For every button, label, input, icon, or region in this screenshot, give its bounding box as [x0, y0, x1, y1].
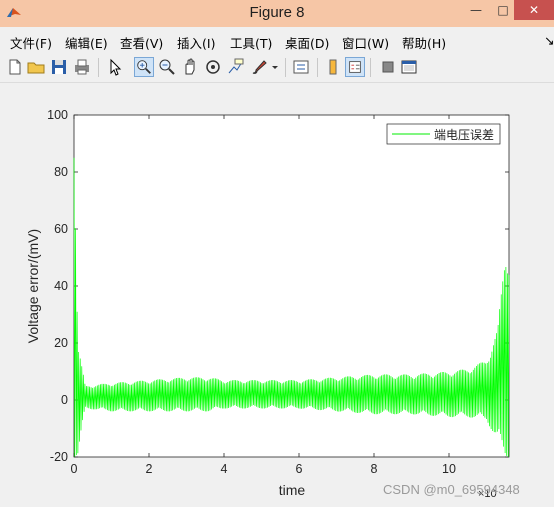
pan-icon[interactable] — [180, 57, 200, 77]
y-tick-label: 20 — [54, 336, 68, 350]
maximize-button[interactable]: □ — [489, 0, 517, 20]
print-icon[interactable] — [72, 57, 92, 77]
link-plot-icon[interactable] — [291, 57, 311, 77]
zoom-out-icon[interactable] — [157, 57, 177, 77]
x-tick-label: 2 — [146, 462, 153, 476]
axes-background — [73, 114, 510, 458]
toolbar-separator — [370, 58, 371, 77]
new-file-icon[interactable] — [5, 57, 25, 77]
toolbar-separator — [285, 58, 286, 77]
legend-entry-label: 端电压误差 — [434, 128, 494, 142]
toolbar — [0, 54, 554, 83]
menu-edit[interactable]: 编辑(E) — [65, 33, 108, 52]
brush-icon[interactable] — [249, 57, 269, 77]
y-tick-label: 0 — [61, 393, 68, 407]
save-icon[interactable] — [49, 57, 69, 77]
menu-insert[interactable]: 插入(I) — [177, 33, 215, 52]
legend[interactable]: 端电压误差 — [386, 123, 501, 145]
x-tick-label: 6 — [296, 462, 303, 476]
y-tick-label: 100 — [47, 108, 68, 122]
menu-tools[interactable]: 工具(T) — [230, 33, 272, 52]
y-tick-label: 60 — [54, 222, 68, 236]
menu-window[interactable]: 窗口(W) — [342, 33, 389, 52]
toolbar-separator — [317, 58, 318, 77]
x-tick-label: 0 — [71, 462, 78, 476]
y-axis-label: Voltage error/(mV) — [25, 229, 41, 343]
toolbar-separator — [98, 58, 99, 77]
close-button[interactable]: ✕ — [514, 0, 554, 20]
menu-help[interactable]: 帮助(H) — [402, 33, 446, 52]
minimize-button[interactable]: — — [462, 0, 490, 20]
x-tick-label: 4 — [221, 462, 228, 476]
line-chart[interactable]: -20020406080100 0 2 4 6 8 10 time ×10 Voltage… — [2, 83, 552, 503]
x-axis-label: time — [279, 482, 306, 498]
pointer-icon[interactable] — [105, 57, 125, 77]
x-tick-label: 10 — [442, 462, 456, 476]
chevron-down-icon[interactable] — [269, 57, 281, 77]
data-cursor-icon[interactable] — [226, 57, 246, 77]
hide-plot-tools-icon[interactable] — [378, 57, 398, 77]
menu-desktop[interactable]: 桌面(D) — [285, 33, 329, 52]
colorbar-icon[interactable] — [323, 57, 343, 77]
menu-view[interactable]: 查看(V) — [120, 33, 163, 52]
y-tick-label: -20 — [50, 450, 68, 464]
y-tick-label: 40 — [54, 279, 68, 293]
y-tick-label: 80 — [54, 165, 68, 179]
zoom-in-icon[interactable] — [134, 57, 154, 77]
open-folder-icon[interactable] — [26, 57, 46, 77]
show-plot-tools-icon[interactable] — [399, 57, 419, 77]
menu-file[interactable]: 文件(F) — [10, 33, 52, 52]
title-bar: Figure 8 — □ ✕ — [0, 0, 554, 27]
menu-bar: 文件(F) 编辑(E) 查看(V) 插入(I) 工具(T) 桌面(D) 窗口(W… — [0, 30, 554, 52]
watermark: CSDN @m0_69594348 — [383, 482, 520, 497]
menu-overflow-icon[interactable]: ↘ — [544, 33, 554, 48]
legend-icon[interactable] — [345, 57, 365, 77]
rotate-3d-icon[interactable] — [203, 57, 223, 77]
x-tick-label: 8 — [371, 462, 378, 476]
figure-canvas: -20 0 20 40 60 80 100 0 2 4 6 8 10 time ×10 Voltage… — [2, 83, 552, 503]
